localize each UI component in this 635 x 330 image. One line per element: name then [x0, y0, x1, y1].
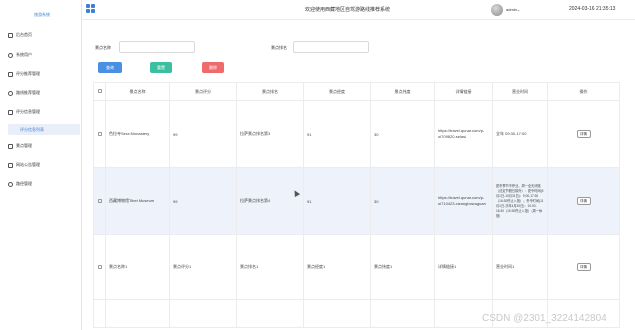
row-checkbox[interactable] — [93, 167, 106, 235]
column-header[interactable]: 详情链接 — [434, 82, 493, 101]
cell-lat: 30 — [370, 167, 435, 235]
menu-toggle-icon[interactable] — [86, 4, 95, 13]
cell-score: 99 — [169, 167, 237, 235]
cell-lng: 91 — [303, 100, 371, 168]
sidebar-item-paths[interactable]: 路径管理 — [8, 181, 32, 187]
cell-lng — [303, 299, 371, 328]
cell-lng: 景点经度1 — [303, 234, 371, 300]
cell-hours: 营业时间1 — [492, 234, 548, 300]
sidebar-item-notices[interactable]: 网站公告管理 — [8, 162, 40, 168]
cell-hours: 夏冬季节不停业，周一全天闭馆（法定节假日除外）：夏令时间(5月1日-10月31日… — [492, 167, 548, 235]
column-header[interactable]: 景点评分 — [169, 82, 237, 101]
cell-lng: 91 — [303, 167, 371, 235]
cell-link[interactable]: 详情链接1 — [434, 234, 493, 300]
cell-name — [105, 299, 170, 328]
list-icon — [8, 109, 13, 115]
column-header[interactable]: 景点排名 — [236, 82, 304, 101]
column-header[interactable]: 景点纬度 — [370, 82, 435, 101]
rank-label: 景点排名 — [271, 45, 287, 50]
cell-score: 景点评分1 — [169, 234, 237, 300]
sidebar-item-route-recommend[interactable]: 路线推荐管理 — [8, 90, 40, 96]
table-row[interactable]: 景点名称1 景点评分1 景点排名1 景点经度1 景点纬度1 详情链接1 营业时间… — [93, 234, 620, 300]
reset-button[interactable]: 重置 — [150, 62, 172, 73]
route-icon — [8, 90, 13, 96]
sidebar-item-label: 网站公告管理 — [16, 162, 40, 167]
sidebar: 旅游系统 后台首页 系统用户 评分推荐管理 路线推荐管理 评分信息管理 评分信息… — [0, 0, 82, 330]
name-input[interactable] — [119, 41, 195, 53]
location-icon — [8, 143, 13, 149]
row-checkbox[interactable] — [93, 100, 106, 168]
cell-operation: 详情 — [547, 234, 620, 300]
chevron-down-icon: ⌄ — [516, 7, 521, 12]
sidebar-item-home[interactable]: 后台首页 — [8, 32, 32, 38]
details-button[interactable]: 详情 — [576, 197, 591, 205]
system-name: 旅游系统 — [34, 12, 50, 17]
sidebar-item-label: 景点管理 — [16, 143, 32, 148]
rating-table: 景点名称 景点评分 景点排名 景点经度 景点纬度 详情链接 营业时间 操作 色拉… — [93, 82, 620, 328]
cell-name: 色拉寺Sera Monastery — [105, 100, 170, 168]
column-header[interactable]: 景点名称 — [105, 82, 170, 101]
avatar[interactable] — [491, 4, 503, 16]
sidebar-item-label: 评分信息列表 — [20, 127, 44, 132]
cell-lat: 30 — [370, 100, 435, 168]
cell-name: 景点名称1 — [105, 234, 170, 300]
sidebar-item-rating-recommend[interactable]: 评分推荐管理 — [8, 71, 40, 77]
cell-score — [169, 299, 237, 328]
name-label: 景点名称 — [95, 45, 111, 50]
cell-operation: 详情 — [547, 100, 620, 168]
sidebar-item-label: 评分推荐管理 — [16, 71, 40, 76]
home-icon — [8, 32, 13, 38]
cell-rank — [236, 299, 304, 328]
cell-link[interactable]: https://travel.qunar.com/p-oi710423-xiza… — [434, 167, 493, 235]
details-button[interactable]: 详情 — [576, 130, 591, 138]
username-text: admin — [506, 7, 517, 12]
sidebar-item-label: 路线推荐管理 — [16, 90, 40, 95]
cell-rank: 拉萨景点排名第4 — [236, 167, 304, 235]
rank-input[interactable] — [293, 41, 369, 53]
column-header: 操作 — [547, 82, 620, 101]
user-icon — [8, 52, 13, 58]
star-icon — [8, 71, 13, 77]
sidebar-item-label: 后台首页 — [16, 32, 32, 37]
delete-button[interactable]: 删除 — [202, 62, 224, 73]
cell-hours: 全年 09:30-17:00 — [492, 100, 548, 168]
username-dropdown[interactable]: admin⌄ — [506, 7, 520, 12]
details-button[interactable]: 详情 — [576, 263, 591, 271]
column-header[interactable]: 营业时间 — [492, 82, 548, 101]
table-row[interactable]: 色拉寺Sera Monastery 99 拉萨景点排名第3 91 30 http… — [93, 100, 620, 168]
notice-icon — [8, 162, 13, 168]
cell-operation: 详情 — [547, 167, 620, 235]
sidebar-item-label: 路径管理 — [16, 181, 32, 186]
table-header-row: 景点名称 景点评分 景点排名 景点经度 景点纬度 详情链接 营业时间 操作 — [93, 82, 620, 101]
select-all-checkbox[interactable] — [93, 82, 106, 101]
sidebar-item-rating-info[interactable]: 评分信息管理 — [8, 109, 40, 115]
sidebar-item-label: 系统用户 — [16, 52, 32, 57]
sidebar-item-label: 评分信息管理 — [16, 109, 40, 114]
column-header[interactable]: 景点经度 — [303, 82, 371, 101]
cell-rank: 拉萨景点排名第3 — [236, 100, 304, 168]
cell-link[interactable]: https://travel.qunar.com/p-oi709820-sela… — [434, 100, 493, 168]
row-checkbox[interactable] — [93, 234, 106, 300]
path-icon — [8, 181, 13, 187]
sidebar-subitem-rating-list[interactable]: 评分信息列表 — [8, 124, 80, 135]
watermark: CSDN @2301_3224142804 — [482, 313, 607, 324]
cell-lat — [370, 299, 435, 328]
page-title: 欢迎使用西藏地区自驾游路线推荐系统 — [305, 7, 391, 13]
sidebar-item-users[interactable]: 系统用户 — [8, 52, 32, 58]
row-checkbox[interactable] — [93, 299, 106, 328]
query-button[interactable]: 查询 — [98, 62, 122, 73]
cell-lat: 景点纬度1 — [370, 234, 435, 300]
sidebar-item-attractions[interactable]: 景点管理 — [8, 143, 32, 149]
table-row[interactable]: 西藏博物馆Tibet Museum 99 拉萨景点排名第4 91 30 http… — [93, 167, 620, 235]
cell-rank: 景点排名1 — [236, 234, 304, 300]
cell-score: 99 — [169, 100, 237, 168]
datetime-display: 2024-03-16 21:35:13 — [569, 6, 616, 12]
cell-name: 西藏博物馆Tibet Museum — [105, 167, 170, 235]
